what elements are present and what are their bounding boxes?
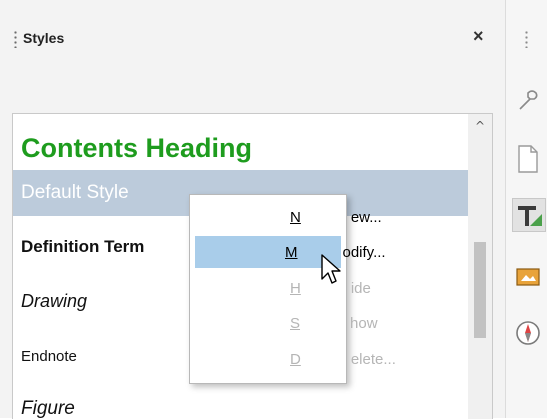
style-name: Default Style	[21, 182, 129, 203]
menu-item-label: how	[350, 314, 378, 332]
styles-toolbar: ☰ a ▢ D ☷ ▦	[0, 68, 505, 168]
vertical-scrollbar[interactable]: ^	[468, 113, 493, 419]
scroll-thumb[interactable]	[474, 242, 486, 338]
mnemonic: N	[290, 208, 301, 226]
style-name: Drawing	[21, 290, 88, 311]
navigator-icon[interactable]	[512, 317, 544, 349]
scroll-up-icon[interactable]: ^	[475, 119, 485, 133]
style-name: Figure	[21, 398, 75, 419]
mnemonic: S	[290, 314, 301, 332]
style-name: Definition Term	[21, 237, 145, 256]
style-name: Endnote	[21, 347, 77, 365]
mouse-pointer-icon	[321, 254, 341, 284]
gallery-icon[interactable]	[512, 260, 544, 292]
menu-item-label: ew...	[350, 208, 382, 226]
menu-item-new[interactable]: New...	[190, 201, 382, 233]
properties-icon[interactable]	[512, 85, 544, 117]
style-name: Contents Heading	[21, 132, 253, 163]
list-item[interactable]: Figure	[13, 394, 468, 419]
mnemonic: M	[285, 243, 298, 261]
mnemonic: H	[290, 279, 301, 297]
menu-item-show[interactable]: Show	[190, 307, 378, 339]
menu-item-delete[interactable]: Delete...	[190, 343, 396, 375]
close-button[interactable]: ×	[473, 26, 484, 47]
menu-item-label: elete...	[350, 350, 396, 368]
list-item[interactable]: Contents Heading	[13, 128, 468, 168]
panel-title: Styles	[23, 30, 65, 46]
page-icon[interactable]	[512, 143, 544, 175]
styles-icon[interactable]	[512, 198, 546, 232]
mnemonic: D	[290, 350, 301, 368]
drag-grip-icon[interactable]	[14, 30, 17, 48]
styles-titlebar: Styles ×	[0, 0, 505, 58]
context-menu: New... Modify... Hide Show Delete...	[189, 194, 396, 384]
sidebar-grip-icon	[525, 30, 528, 48]
